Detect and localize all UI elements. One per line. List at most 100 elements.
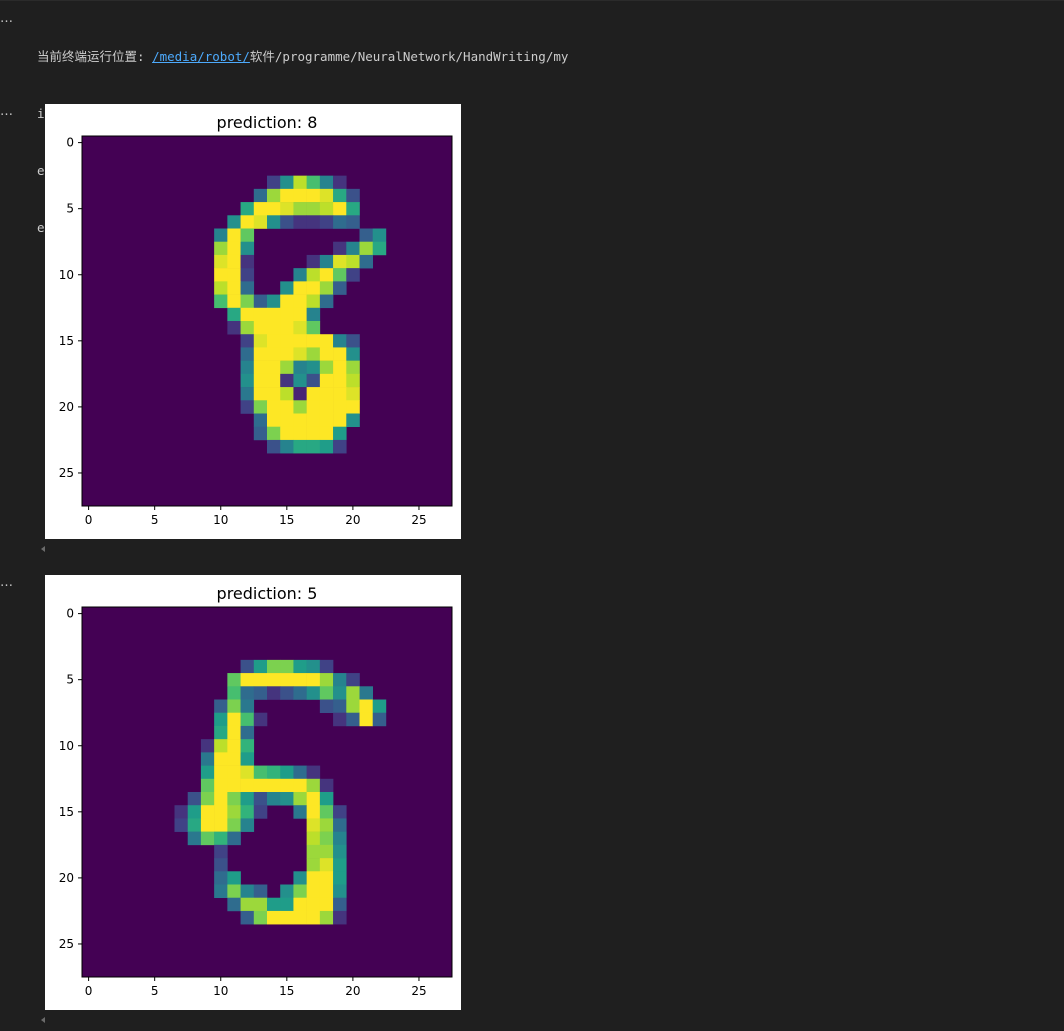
heatmap-cell — [280, 334, 294, 348]
ellipsis-icon[interactable]: … — [0, 12, 16, 26]
heatmap-cell — [227, 673, 241, 687]
heatmap-cell — [333, 400, 347, 414]
heatmap-cell — [333, 426, 347, 441]
heatmap-cell — [372, 699, 387, 714]
heatmap-cell — [253, 400, 268, 414]
heatmap-cell — [253, 334, 268, 348]
heatmap-cell — [333, 268, 347, 282]
heatmap-cell — [359, 686, 374, 700]
heatmap-cell — [253, 360, 268, 375]
heatmap-cell — [267, 347, 281, 361]
heatmap-cell — [333, 281, 347, 295]
heatmap-cell — [240, 818, 255, 832]
cwd-line: 当前终端运行位置: /media/robot/软件/programme/Neur… — [37, 47, 568, 66]
heatmap-cell — [346, 347, 360, 361]
cwd-path-link[interactable]: /media/robot/ — [152, 49, 250, 64]
heatmap-cell — [227, 712, 241, 727]
heatmap-cell — [240, 778, 255, 793]
x-tick-label: 25 — [411, 513, 426, 527]
ellipsis-icon[interactable]: … — [0, 576, 16, 590]
heatmap-cell — [227, 228, 241, 243]
x-tick-label: 20 — [345, 984, 360, 998]
heatmap-cell — [253, 387, 268, 401]
heatmap-cell — [267, 400, 281, 414]
heatmap-cell — [319, 792, 334, 806]
heatmap-cell — [293, 188, 307, 203]
heatmap-cell — [306, 215, 321, 229]
heatmap-cell — [306, 347, 321, 361]
heatmap-cell — [253, 778, 268, 793]
heatmap-cell — [333, 871, 347, 885]
heatmap-cell — [319, 387, 334, 401]
heatmap-cell — [280, 897, 294, 912]
heatmap-cell — [214, 228, 228, 243]
heatmap-cell — [306, 818, 321, 832]
scroll-left-caret-icon[interactable] — [41, 546, 45, 552]
heatmap-cell — [359, 712, 374, 727]
heatmap-cell — [359, 699, 374, 714]
heatmap-cell — [293, 307, 307, 322]
heatmap-cell — [293, 215, 307, 229]
y-tick-label: 15 — [59, 805, 74, 819]
heatmap-cell — [253, 712, 268, 727]
heatmap-cell — [280, 686, 294, 700]
heatmap-cell — [280, 188, 294, 203]
heatmap-cell — [280, 294, 294, 309]
heatmap-cell — [214, 268, 228, 282]
heatmap-cell — [240, 307, 255, 322]
heatmap-cell — [214, 805, 228, 819]
heatmap-cell — [214, 871, 228, 885]
ellipsis-icon[interactable]: … — [0, 105, 16, 119]
heatmap-cell — [253, 321, 268, 335]
heatmap-cell — [346, 373, 360, 388]
heatmap-cell — [319, 254, 334, 269]
heatmap-cell — [267, 413, 281, 428]
heatmap-cell — [200, 818, 215, 832]
heatmap-cell — [227, 241, 241, 256]
heatmap-cell — [319, 818, 334, 832]
scroll-left-caret-icon[interactable] — [41, 1017, 45, 1023]
heatmap-cell — [306, 765, 321, 780]
heatmap-cell — [319, 805, 334, 819]
heatmap-cell — [240, 347, 255, 361]
heatmap-cell — [333, 805, 347, 819]
heatmap-cell — [319, 268, 334, 282]
heatmap-cell — [333, 347, 347, 361]
heatmap-cell — [214, 844, 228, 859]
heatmap-cell — [306, 805, 321, 819]
heatmap-cell — [267, 426, 281, 441]
heatmap-cell — [280, 426, 294, 441]
heatmap-cell — [240, 241, 255, 256]
heatmap-cell — [293, 910, 307, 925]
heatmap-cell — [267, 673, 281, 687]
heatmap-cell — [293, 897, 307, 912]
heatmap-cell — [319, 202, 334, 216]
heatmap-cell — [227, 307, 241, 322]
heatmap-cell — [306, 844, 321, 859]
heatmap-cell — [346, 215, 360, 229]
heatmap-cell — [214, 725, 228, 740]
heatmap-cell — [240, 752, 255, 766]
cwd-path-rest: 软件/programme/NeuralNetwork/HandWriting/m… — [249, 49, 569, 64]
heatmap-cell — [319, 294, 334, 309]
heatmap-cell — [346, 387, 360, 401]
heatmap-cell — [253, 294, 268, 309]
heatmap-cell — [333, 699, 347, 714]
x-tick-label: 15 — [279, 513, 294, 527]
heatmap-cell — [333, 818, 347, 832]
heatmap-cell — [267, 334, 281, 348]
heatmap-cell — [333, 215, 347, 229]
x-tick-label: 10 — [213, 513, 228, 527]
heatmap-cell — [227, 739, 241, 753]
heatmap-cell — [214, 884, 228, 899]
heatmap-cell — [227, 268, 241, 282]
heatmap-cell — [187, 818, 202, 832]
heatmap-cell — [319, 175, 334, 190]
heatmap-cell — [253, 202, 268, 216]
heatmap-cell — [306, 659, 321, 674]
heatmap-cell — [174, 818, 189, 832]
heatmap-cell — [372, 241, 387, 256]
prediction-figure-2: prediction: 5 0 5 10 15 20 25 0 5 10 15 20 25 — [45, 575, 461, 1010]
heatmap-cell — [253, 188, 268, 203]
heatmap-cell — [240, 360, 255, 375]
